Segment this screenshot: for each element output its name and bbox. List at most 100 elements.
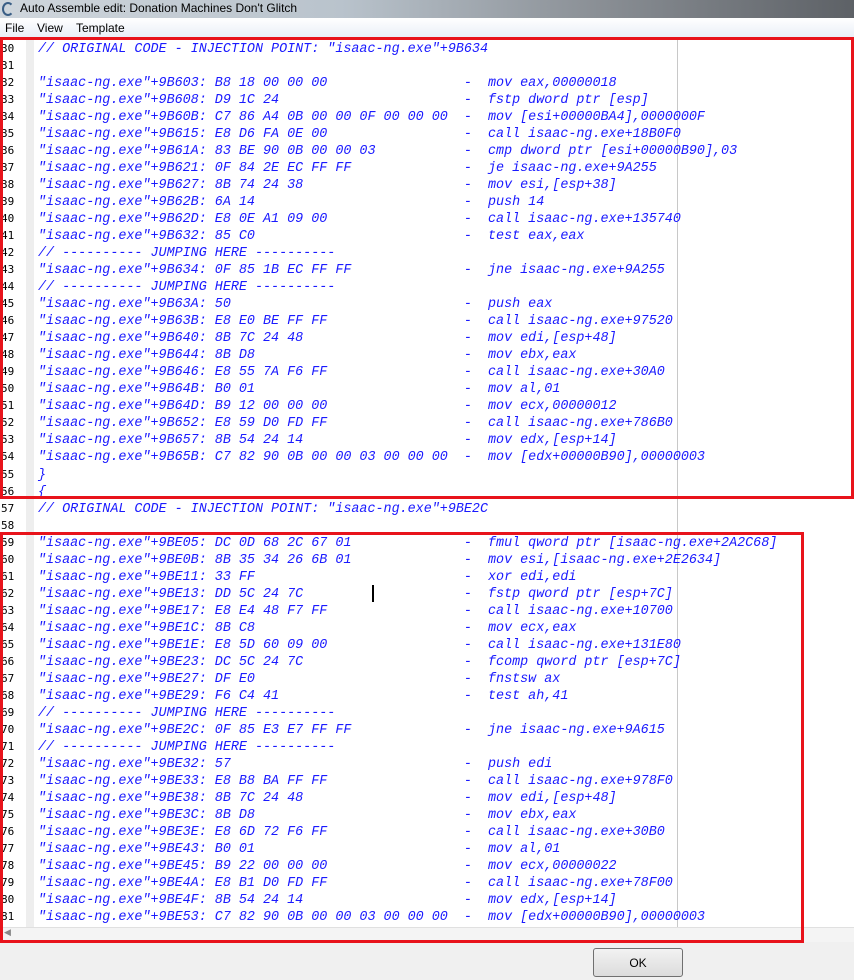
code-line[interactable]: 30 // ORIGINAL CODE - INJECTION POINT: "i… bbox=[0, 41, 854, 58]
code-line[interactable]: 39 "isaac-ng.exe"+9B62B: 6A 14 - push 14 bbox=[0, 194, 854, 211]
code-line[interactable]: 44 // ---------- JUMPING HERE ---------- bbox=[0, 279, 854, 296]
code-text[interactable]: "isaac-ng.exe"+9BE43: B0 01 - mov al,01 bbox=[38, 842, 560, 857]
code-text[interactable]: "isaac-ng.exe"+9BE53: C7 82 90 0B 00 00 … bbox=[38, 910, 705, 925]
ok-button[interactable]: OK bbox=[593, 948, 683, 977]
code-line[interactable]: 41 "isaac-ng.exe"+9B632: 85 C0 - test eax… bbox=[0, 228, 854, 245]
code-line[interactable]: 75 "isaac-ng.exe"+9BE3C: 8B D8 - mov ebx,… bbox=[0, 807, 854, 824]
code-line[interactable]: 71 // ---------- JUMPING HERE ---------- bbox=[0, 739, 854, 756]
code-text[interactable]: { bbox=[38, 485, 46, 500]
code-text[interactable]: "isaac-ng.exe"+9B608: D9 1C 24 - fstp dw… bbox=[38, 93, 649, 108]
code-text[interactable]: "isaac-ng.exe"+9B62B: 6A 14 - push 14 bbox=[38, 195, 544, 210]
code-text[interactable]: "isaac-ng.exe"+9B621: 0F 84 2E EC FF FF … bbox=[38, 161, 657, 176]
code-text[interactable]: "isaac-ng.exe"+9B646: E8 55 7A F6 FF - c… bbox=[38, 365, 665, 380]
code-line[interactable]: 66 "isaac-ng.exe"+9BE23: DC 5C 24 7C - fc… bbox=[0, 654, 854, 671]
code-text[interactable]: // ---------- JUMPING HERE ---------- bbox=[38, 246, 335, 261]
code-text[interactable]: "isaac-ng.exe"+9BE38: 8B 7C 24 48 - mov … bbox=[38, 791, 617, 806]
code-text[interactable]: "isaac-ng.exe"+9B603: B8 18 00 00 00 - m… bbox=[38, 76, 617, 91]
code-text[interactable]: "isaac-ng.exe"+9B657: 8B 54 24 14 - mov … bbox=[38, 433, 617, 448]
code-line[interactable]: 46 "isaac-ng.exe"+9B63B: E8 E0 BE FF FF -… bbox=[0, 313, 854, 330]
code-text[interactable]: "isaac-ng.exe"+9BE11: 33 FF - xor edi,ed… bbox=[38, 570, 576, 585]
code-text[interactable]: "isaac-ng.exe"+9B63B: E8 E0 BE FF FF - c… bbox=[38, 314, 673, 329]
code-text[interactable]: "isaac-ng.exe"+9B63A: 50 - push eax bbox=[38, 297, 552, 312]
code-text[interactable]: "isaac-ng.exe"+9B652: E8 59 D0 FD FF - c… bbox=[38, 416, 673, 431]
code-line[interactable]: 36 "isaac-ng.exe"+9B61A: 83 BE 90 0B 00 0… bbox=[0, 143, 854, 160]
code-line[interactable]: 61 "isaac-ng.exe"+9BE11: 33 FF - xor edi,… bbox=[0, 569, 854, 586]
code-text[interactable]: "isaac-ng.exe"+9B60B: C7 86 A4 0B 00 00 … bbox=[38, 110, 705, 125]
code-line[interactable]: 38 "isaac-ng.exe"+9B627: 8B 74 24 38 - mo… bbox=[0, 177, 854, 194]
code-line[interactable]: 55} bbox=[0, 467, 854, 484]
code-text[interactable]: // ORIGINAL CODE - INJECTION POINT: "isa… bbox=[38, 42, 488, 57]
code-text[interactable]: "isaac-ng.exe"+9BE23: DC 5C 24 7C - fcom… bbox=[38, 655, 681, 670]
code-line[interactable]: 40 "isaac-ng.exe"+9B62D: E8 0E A1 09 00 -… bbox=[0, 211, 854, 228]
menu-template[interactable]: Template bbox=[76, 21, 125, 35]
code-line[interactable]: 76 "isaac-ng.exe"+9BE3E: E8 6D 72 F6 FF -… bbox=[0, 824, 854, 841]
code-line[interactable]: 43 "isaac-ng.exe"+9B634: 0F 85 1B EC FF F… bbox=[0, 262, 854, 279]
menu-file[interactable]: File bbox=[5, 21, 24, 35]
code-text[interactable]: "isaac-ng.exe"+9BE33: E8 B8 BA FF FF - c… bbox=[38, 774, 673, 789]
menu-view[interactable]: View bbox=[37, 21, 63, 35]
code-text[interactable]: "isaac-ng.exe"+9B632: 85 C0 - test eax,e… bbox=[38, 229, 584, 244]
code-line[interactable]: 53 "isaac-ng.exe"+9B657: 8B 54 24 14 - mo… bbox=[0, 432, 854, 449]
code-line[interactable]: 70 "isaac-ng.exe"+9BE2C: 0F 85 E3 E7 FF F… bbox=[0, 722, 854, 739]
code-text[interactable]: "isaac-ng.exe"+9BE32: 57 - push edi bbox=[38, 757, 552, 772]
code-line[interactable]: 81 "isaac-ng.exe"+9BE53: C7 82 90 0B 00 0… bbox=[0, 909, 854, 926]
code-text[interactable]: "isaac-ng.exe"+9B615: E8 D6 FA 0E 00 - c… bbox=[38, 127, 681, 142]
code-text[interactable]: // ---------- JUMPING HERE ---------- bbox=[38, 706, 335, 721]
code-line[interactable]: 54 "isaac-ng.exe"+9B65B: C7 82 90 0B 00 0… bbox=[0, 449, 854, 466]
code-line[interactable]: 56 { bbox=[0, 484, 854, 501]
code-text[interactable]: } bbox=[38, 468, 46, 483]
code-text[interactable]: "isaac-ng.exe"+9B64B: B0 01 - mov al,01 bbox=[38, 382, 560, 397]
code-text[interactable]: "isaac-ng.exe"+9BE4F: 8B 54 24 14 - mov … bbox=[38, 893, 617, 908]
code-text[interactable]: "isaac-ng.exe"+9BE17: E8 E4 48 F7 FF - c… bbox=[38, 604, 673, 619]
code-text[interactable]: "isaac-ng.exe"+9B62D: E8 0E A1 09 00 - c… bbox=[38, 212, 681, 227]
code-text[interactable]: "isaac-ng.exe"+9B640: 8B 7C 24 48 - mov … bbox=[38, 331, 617, 346]
code-line[interactable]: 77 "isaac-ng.exe"+9BE43: B0 01 - mov al,0… bbox=[0, 841, 854, 858]
code-text[interactable]: "isaac-ng.exe"+9BE05: DC 0D 68 2C 67 01 … bbox=[38, 536, 777, 551]
code-text[interactable]: "isaac-ng.exe"+9BE13: DD 5C 24 7C - fstp… bbox=[38, 587, 673, 602]
code-line[interactable]: 45 "isaac-ng.exe"+9B63A: 50 - push eax bbox=[0, 296, 854, 313]
code-text[interactable]: "isaac-ng.exe"+9BE3C: 8B D8 - mov ebx,ea… bbox=[38, 808, 576, 823]
code-line[interactable]: 73 "isaac-ng.exe"+9BE33: E8 B8 BA FF FF -… bbox=[0, 773, 854, 790]
code-text[interactable]: "isaac-ng.exe"+9B634: 0F 85 1B EC FF FF … bbox=[38, 263, 665, 278]
code-line[interactable]: 35 "isaac-ng.exe"+9B615: E8 D6 FA 0E 00 -… bbox=[0, 126, 854, 143]
horizontal-scrollbar[interactable]: ◀ bbox=[0, 927, 854, 942]
code-text[interactable]: "isaac-ng.exe"+9BE29: F6 C4 41 - test ah… bbox=[38, 689, 568, 704]
code-text[interactable]: "isaac-ng.exe"+9B64D: B9 12 00 00 00 - m… bbox=[38, 399, 617, 414]
code-line[interactable]: 80 "isaac-ng.exe"+9BE4F: 8B 54 24 14 - mo… bbox=[0, 892, 854, 909]
code-text[interactable]: "isaac-ng.exe"+9BE1E: E8 5D 60 09 00 - c… bbox=[38, 638, 681, 653]
code-line[interactable]: 31 bbox=[0, 58, 854, 75]
code-line[interactable]: 74 "isaac-ng.exe"+9BE38: 8B 7C 24 48 - mo… bbox=[0, 790, 854, 807]
code-text[interactable]: "isaac-ng.exe"+9B61A: 83 BE 90 0B 00 00 … bbox=[38, 144, 737, 159]
code-line[interactable]: 68 "isaac-ng.exe"+9BE29: F6 C4 41 - test … bbox=[0, 688, 854, 705]
code-line[interactable]: 48 "isaac-ng.exe"+9B644: 8B D8 - mov ebx,… bbox=[0, 347, 854, 364]
code-text[interactable]: "isaac-ng.exe"+9BE45: B9 22 00 00 00 - m… bbox=[38, 859, 617, 874]
code-text[interactable]: // ---------- JUMPING HERE ---------- bbox=[38, 740, 335, 755]
code-text[interactable]: "isaac-ng.exe"+9B65B: C7 82 90 0B 00 00 … bbox=[38, 450, 705, 465]
code-line[interactable]: 32 "isaac-ng.exe"+9B603: B8 18 00 00 00 -… bbox=[0, 75, 854, 92]
code-text[interactable]: // ---------- JUMPING HERE ---------- bbox=[38, 280, 335, 295]
code-line[interactable]: 52 "isaac-ng.exe"+9B652: E8 59 D0 FD FF -… bbox=[0, 415, 854, 432]
code-line[interactable]: 49 "isaac-ng.exe"+9B646: E8 55 7A F6 FF -… bbox=[0, 364, 854, 381]
code-line[interactable]: 50 "isaac-ng.exe"+9B64B: B0 01 - mov al,0… bbox=[0, 381, 854, 398]
code-line[interactable]: 72 "isaac-ng.exe"+9BE32: 57 - push edi bbox=[0, 756, 854, 773]
code-line[interactable]: 59 "isaac-ng.exe"+9BE05: DC 0D 68 2C 67 0… bbox=[0, 535, 854, 552]
code-line[interactable]: 69 // ---------- JUMPING HERE ---------- bbox=[0, 705, 854, 722]
code-text[interactable]: "isaac-ng.exe"+9B644: 8B D8 - mov ebx,ea… bbox=[38, 348, 576, 363]
code-line[interactable]: 34 "isaac-ng.exe"+9B60B: C7 86 A4 0B 00 0… bbox=[0, 109, 854, 126]
code-line[interactable]: 47 "isaac-ng.exe"+9B640: 8B 7C 24 48 - mo… bbox=[0, 330, 854, 347]
code-line[interactable]: 51 "isaac-ng.exe"+9B64D: B9 12 00 00 00 -… bbox=[0, 398, 854, 415]
code-text[interactable]: "isaac-ng.exe"+9BE4A: E8 B1 D0 FD FF - c… bbox=[38, 876, 673, 891]
code-text[interactable]: "isaac-ng.exe"+9BE0B: 8B 35 34 26 6B 01 … bbox=[38, 553, 721, 568]
code-text[interactable]: "isaac-ng.exe"+9BE27: DF E0 - fnstsw ax bbox=[38, 672, 560, 687]
code-line[interactable]: 60 "isaac-ng.exe"+9BE0B: 8B 35 34 26 6B 0… bbox=[0, 552, 854, 569]
code-line[interactable]: 37 "isaac-ng.exe"+9B621: 0F 84 2E EC FF F… bbox=[0, 160, 854, 177]
code-line[interactable]: 33 "isaac-ng.exe"+9B608: D9 1C 24 - fstp … bbox=[0, 92, 854, 109]
code-line[interactable]: 62 "isaac-ng.exe"+9BE13: DD 5C 24 7C - fs… bbox=[0, 586, 854, 603]
code-line[interactable]: 65 "isaac-ng.exe"+9BE1E: E8 5D 60 09 00 -… bbox=[0, 637, 854, 654]
code-text[interactable]: // ORIGINAL CODE - INJECTION POINT: "isa… bbox=[38, 502, 488, 517]
code-text[interactable]: "isaac-ng.exe"+9B627: 8B 74 24 38 - mov … bbox=[38, 178, 617, 193]
code-line[interactable]: 79 "isaac-ng.exe"+9BE4A: E8 B1 D0 FD FF -… bbox=[0, 875, 854, 892]
code-line[interactable]: 63 "isaac-ng.exe"+9BE17: E8 E4 48 F7 FF -… bbox=[0, 603, 854, 620]
code-line[interactable]: 42 // ---------- JUMPING HERE ---------- bbox=[0, 245, 854, 262]
code-editor[interactable]: 30 // ORIGINAL CODE - INJECTION POINT: "i… bbox=[0, 38, 854, 927]
